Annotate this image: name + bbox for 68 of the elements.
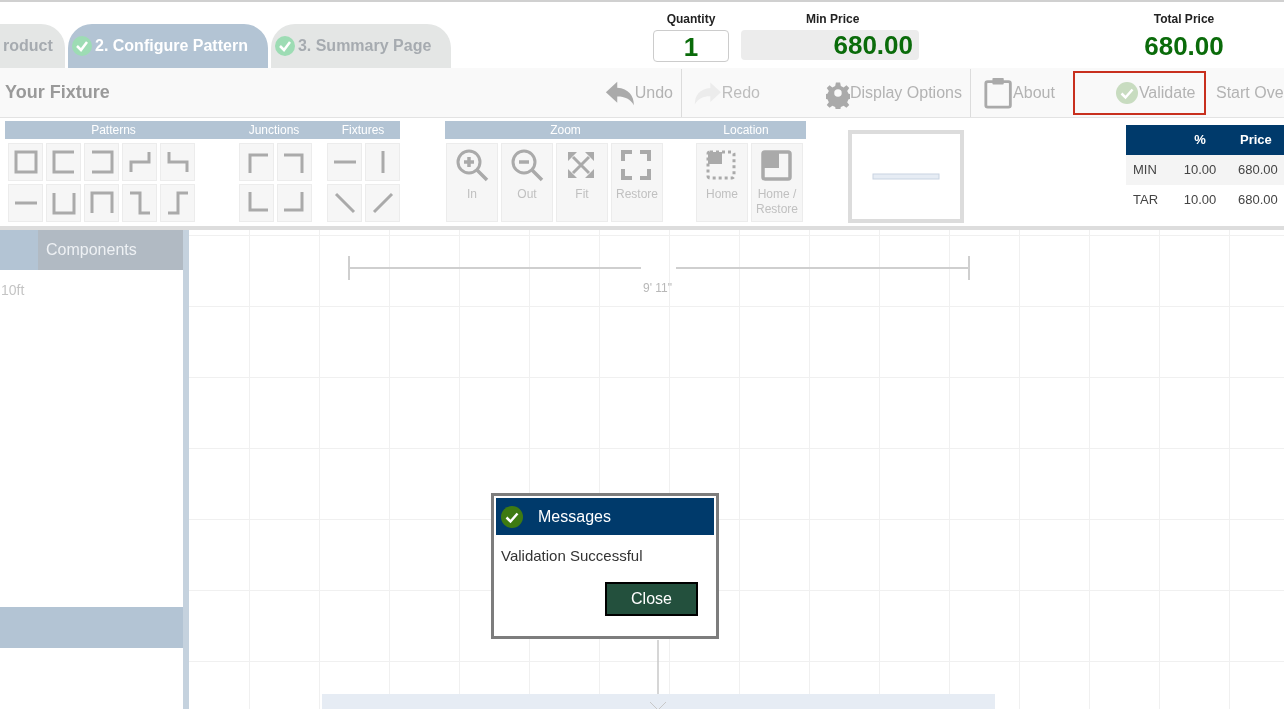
pattern-tile[interactable]	[160, 184, 195, 222]
options-button[interactable]: Display Options	[823, 70, 964, 115]
pattern-tile[interactable]	[84, 184, 119, 222]
pattern-tile[interactable]	[277, 184, 312, 222]
start-over-button[interactable]: Start Ove	[1214, 70, 1284, 115]
step-tab[interactable]: 2. Configure Pattern	[68, 24, 268, 68]
pattern-tile[interactable]	[46, 143, 81, 181]
palette-group-header: Fixtures	[326, 121, 400, 139]
close-button[interactable]: Close	[605, 581, 698, 616]
min-price-value: 680.00	[741, 30, 919, 60]
validate-button[interactable]: Validate	[1072, 70, 1206, 115]
magnifier-minus-icon	[509, 148, 545, 184]
pattern-tile[interactable]	[8, 184, 43, 222]
pattern-tile[interactable]	[122, 184, 157, 222]
about-button[interactable]: About	[980, 70, 1057, 115]
dimension-label: 9' 11"	[643, 280, 672, 297]
table-cell-text: MIN	[1132, 161, 1158, 180]
vertical-line-icon	[379, 149, 386, 175]
total-price-value: 680.00	[1144, 30, 1224, 62]
step-tab[interactable]: roduct	[0, 24, 65, 68]
check-icon	[71, 35, 93, 57]
pattern-tile[interactable]	[277, 143, 312, 181]
check-icon	[500, 504, 524, 529]
palette-group-header: Zoom	[445, 121, 686, 139]
pattern-tile[interactable]	[365, 143, 400, 181]
min-price-label: Min Price	[805, 11, 861, 28]
horizontal-line-icon	[331, 159, 358, 165]
column-header: Price	[1239, 131, 1272, 150]
check-icon	[273, 35, 296, 57]
pattern-tile[interactable]	[160, 143, 195, 181]
dialog-message: Validation Successful	[500, 546, 644, 566]
step-tab[interactable]: 3. Summary Page	[270, 24, 452, 68]
pattern-tile[interactable]	[8, 143, 43, 181]
redo-button[interactable]: Redo	[691, 70, 762, 115]
pattern-tile[interactable]	[122, 143, 157, 181]
preview-thumbnail[interactable]	[848, 130, 964, 223]
square-icon	[759, 148, 795, 184]
table-cell-text: 680.00	[1237, 161, 1278, 180]
pattern-tile[interactable]	[327, 184, 362, 222]
check-icon	[1114, 80, 1139, 105]
table-cell-text: 680.00	[1237, 191, 1278, 210]
total-price-label: Total Price	[1153, 11, 1215, 28]
palette-group-header: Location	[686, 121, 806, 139]
panel-tab-strip	[0, 230, 38, 270]
horizontal-line-icon	[12, 200, 39, 206]
pattern-tile[interactable]	[46, 184, 81, 222]
table-cell-text: 10.00	[1182, 191, 1218, 210]
quantity-field[interactable]: 1	[653, 30, 729, 62]
palette-group-header: Junctions	[222, 121, 326, 139]
table-cell-text: TAR	[1132, 191, 1160, 210]
magnifier-plus-icon	[454, 148, 490, 184]
pattern-tile[interactable]	[84, 143, 119, 181]
table-cell-text: 10.00	[1182, 161, 1218, 180]
pattern-tile[interactable]	[239, 184, 274, 222]
column-header: %	[1193, 131, 1207, 150]
component-item[interactable]: 10ft	[0, 280, 183, 300]
design-canvas[interactable]: 9' 11" Messages Validation Successful Close	[189, 230, 1284, 709]
components-tab[interactable]: Components	[38, 230, 183, 270]
dialog-title: Messages	[538, 506, 611, 527]
pattern-tile[interactable]	[239, 143, 274, 181]
quantity-label: Quantity	[666, 11, 716, 28]
clipboard-icon	[982, 75, 1014, 110]
pattern-tile[interactable]	[365, 184, 400, 222]
palette-group-header: Patterns	[5, 121, 222, 139]
undo-button[interactable]: Undo	[603, 70, 675, 115]
fixture-title: Your Fixture	[5, 81, 110, 104]
pattern-tile[interactable]	[327, 143, 362, 181]
fixture-preview-icon	[872, 172, 940, 181]
